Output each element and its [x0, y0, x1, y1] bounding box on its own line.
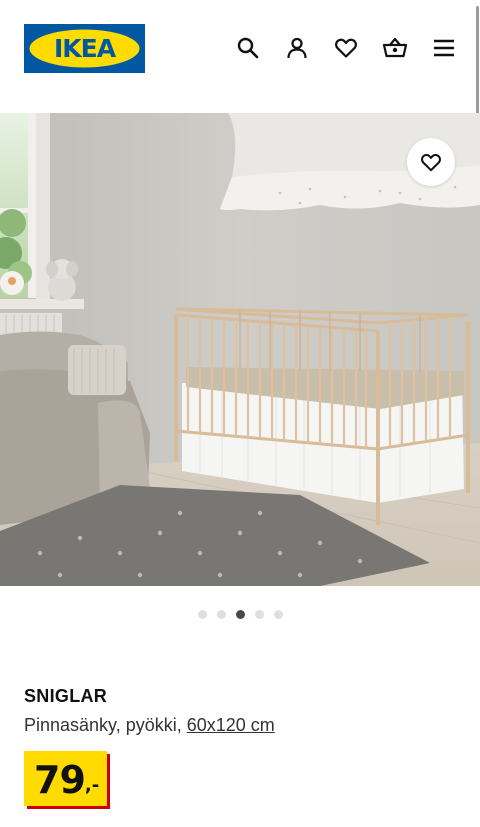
account-button[interactable] — [282, 33, 312, 63]
carousel-dot[interactable] — [273, 609, 283, 619]
carousel-indicator — [0, 608, 480, 620]
search-button[interactable] — [233, 33, 263, 63]
page-scrollbar[interactable] — [475, 0, 480, 124]
basket-icon — [382, 37, 408, 58]
basket-button[interactable] — [380, 33, 410, 63]
product-type: Pinnasänky, pyökki, — [24, 715, 187, 735]
product-description: Pinnasänky, pyökki, 60x120 cm — [24, 715, 275, 736]
top-header: IKEA — [0, 0, 480, 100]
scrollbar-thumb[interactable] — [476, 6, 479, 124]
carousel-dot[interactable] — [254, 609, 264, 619]
carousel-dot[interactable] — [216, 609, 226, 619]
carousel-dot[interactable] — [197, 609, 207, 619]
product-photo — [0, 113, 480, 586]
user-icon — [287, 37, 307, 59]
price-integer: 79 — [34, 758, 86, 802]
price-tag: 79 ,- — [24, 751, 108, 806]
price-suffix: ,- — [84, 775, 100, 796]
carousel-dot[interactable] — [235, 609, 245, 619]
menu-icon — [434, 39, 454, 57]
add-to-favorites-button[interactable] — [407, 138, 455, 186]
ikea-logo[interactable]: IKEA — [24, 24, 145, 73]
heart-icon — [335, 38, 357, 58]
search-icon — [237, 37, 259, 59]
product-size-link[interactable]: 60x120 cm — [187, 715, 275, 735]
product-name[interactable]: SNIGLAR — [24, 686, 107, 707]
product-image-carousel[interactable] — [0, 113, 480, 586]
heart-icon — [421, 153, 441, 172]
logo-text: IKEA — [53, 34, 116, 63]
wishlist-button[interactable] — [331, 33, 361, 63]
menu-button[interactable] — [429, 33, 459, 63]
